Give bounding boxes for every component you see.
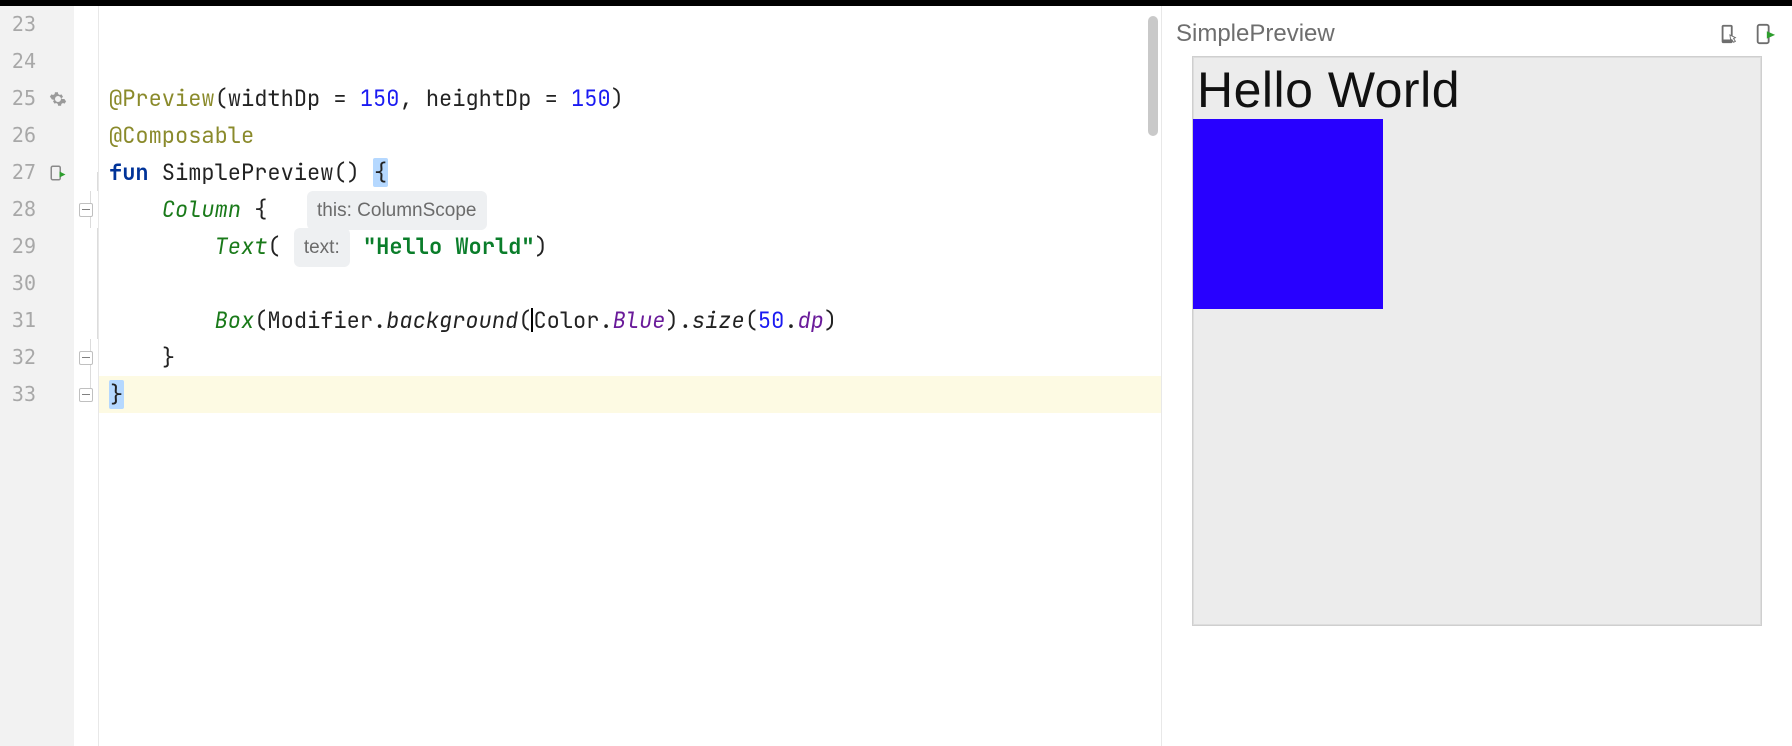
preview-title: SimplePreview (1176, 20, 1706, 48)
gutter-settings-icon[interactable] (49, 80, 67, 117)
code-line[interactable] (99, 43, 1161, 80)
fold-guide (97, 302, 98, 339)
editor-gutter: 23 24 25 26 27 28 29 30 31 32 33 (0, 6, 99, 746)
preview-text-hello: Hello World (1193, 57, 1761, 119)
fold-guide (97, 172, 98, 191)
main-split: 23 24 25 26 27 28 29 30 31 32 33 (0, 6, 1792, 746)
code-line[interactable]: Text( text: "Hello World") (99, 228, 1161, 265)
line-number[interactable]: 29 (0, 228, 42, 265)
fold-toggle-icon[interactable] (79, 351, 93, 365)
line-number[interactable]: 25 (0, 80, 42, 117)
deploy-device-icon (1754, 23, 1776, 45)
line-number[interactable]: 23 (0, 6, 42, 43)
brace-highlight: { (373, 158, 388, 187)
gutter-run-icon[interactable] (49, 154, 67, 191)
code-line[interactable]: } (99, 339, 1161, 376)
editor-pane: 23 24 25 26 27 28 29 30 31 32 33 (0, 6, 1162, 746)
fold-toggle-icon[interactable] (79, 203, 93, 217)
brace-highlight: } (109, 380, 124, 409)
line-number[interactable]: 32 (0, 339, 42, 376)
tap-icon (1718, 23, 1740, 45)
preview-interactive-button[interactable] (1716, 21, 1742, 47)
fold-guide (97, 228, 98, 265)
code-line[interactable] (99, 265, 1161, 302)
preview-pane: SimplePreview Hello World (1162, 6, 1792, 746)
preview-canvas[interactable]: Hello World (1192, 56, 1762, 626)
line-number[interactable]: 31 (0, 302, 42, 339)
code-area[interactable]: @Preview(widthDp = 150, heightDp = 150) … (99, 6, 1161, 746)
annotation: @Preview (109, 84, 215, 113)
preview-header: SimplePreview (1162, 6, 1792, 56)
preview-deploy-button[interactable] (1752, 21, 1778, 47)
editor-scrollbar[interactable] (1147, 12, 1159, 740)
code-line[interactable] (99, 6, 1161, 43)
line-number[interactable]: 27 (0, 154, 42, 191)
run-preview-icon (49, 164, 67, 182)
line-number[interactable]: 30 (0, 265, 42, 302)
inlay-hint: this: ColumnScope (307, 191, 486, 230)
code-line[interactable]: fun SimplePreview() { (99, 154, 1161, 191)
fold-guide (97, 265, 98, 302)
line-number-column: 23 24 25 26 27 28 29 30 31 32 33 (0, 6, 42, 746)
fold-column (74, 6, 98, 746)
code-line[interactable]: Box(Modifier.background(Color.Blue).size… (99, 302, 1161, 339)
line-number[interactable]: 24 (0, 43, 42, 80)
preview-blue-box (1193, 119, 1383, 309)
gear-icon (49, 90, 67, 108)
code-line[interactable]: Column { this: ColumnScope (99, 191, 1161, 228)
line-number[interactable]: 28 (0, 191, 42, 228)
line-number[interactable]: 26 (0, 117, 42, 154)
code-line[interactable]: @Composable (99, 117, 1161, 154)
code-line[interactable]: @Preview(widthDp = 150, heightDp = 150) (99, 80, 1161, 117)
fold-toggle-icon[interactable] (79, 388, 93, 402)
scrollbar-thumb[interactable] (1148, 16, 1158, 136)
gutter-icon-column (42, 6, 74, 746)
inlay-hint: text: (294, 228, 350, 267)
code-line-current[interactable]: } (99, 376, 1161, 413)
line-number[interactable]: 33 (0, 376, 42, 413)
annotation: @Composable (109, 121, 254, 150)
